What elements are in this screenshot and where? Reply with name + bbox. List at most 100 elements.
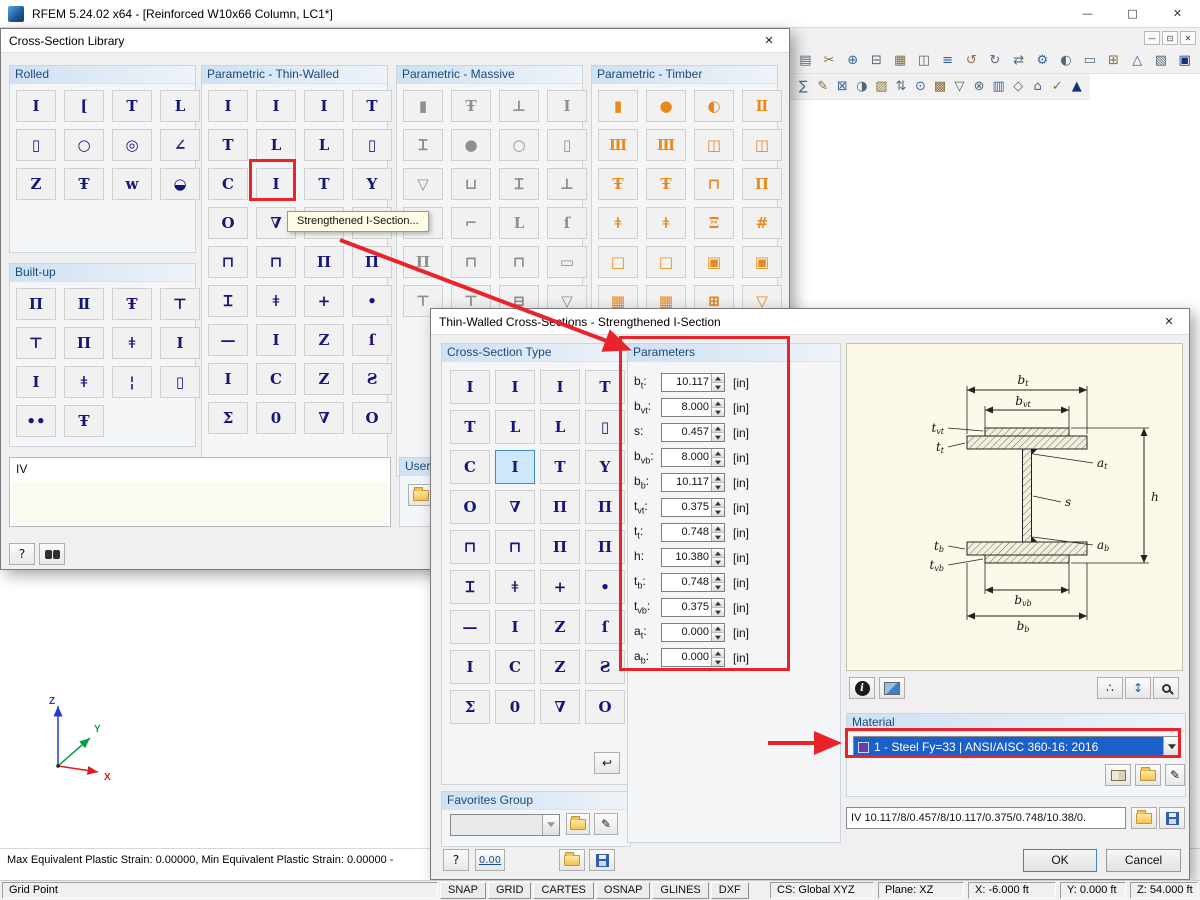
cross-section-icon[interactable]: ▯ (547, 129, 587, 161)
toolbar-icon[interactable]: ▩ (932, 76, 949, 98)
cross-section-icon[interactable]: ¦ (112, 366, 152, 398)
mdi-restore-button[interactable]: ⊡ (1162, 31, 1178, 45)
toolbar-icon[interactable]: ≡ (937, 50, 958, 72)
cross-section-icon[interactable]: Ⅰ (16, 366, 56, 398)
cross-section-icon[interactable]: ǂ (646, 207, 686, 239)
favorites-edit-button[interactable]: ✎ (594, 813, 618, 835)
parameter-input[interactable]: 8.000 (661, 398, 725, 417)
cross-section-type-icon[interactable]: Π (540, 530, 580, 564)
cross-section-icon[interactable]: Ŧ (646, 168, 686, 200)
cross-section-icon[interactable]: ▣ (742, 246, 782, 278)
load-section-button[interactable] (559, 849, 585, 871)
cross-section-icon[interactable]: ⊓ (451, 246, 491, 278)
cross-section-icon[interactable]: 0 (256, 402, 296, 434)
cross-section-icon[interactable]: ⊤ (16, 327, 56, 359)
cross-section-icon[interactable]: Ⅱ (64, 288, 104, 320)
toolbar-icon[interactable]: ∑ (795, 76, 812, 98)
toolbar-icon[interactable]: ⊞ (1103, 50, 1124, 72)
cross-section-icon[interactable]: ſ (547, 207, 587, 239)
parameter-input[interactable]: 0.748 (661, 523, 725, 542)
spinner-down-icon[interactable] (712, 657, 724, 666)
parameter-value[interactable]: 10.117 (662, 374, 711, 391)
cross-section-icon[interactable]: Ξ (694, 207, 734, 239)
cross-section-icon[interactable]: ◫ (694, 129, 734, 161)
cross-section-icon[interactable]: L (160, 90, 200, 122)
parameter-value[interactable]: 8.000 (662, 449, 711, 466)
cross-section-type-icon[interactable]: Σ (450, 690, 490, 724)
parameter-input[interactable]: 0.000 (661, 648, 725, 667)
spinner-up-icon[interactable] (712, 599, 724, 607)
units-button[interactable]: 0.00 (475, 849, 505, 871)
cross-section-icon[interactable]: Ƨ (352, 363, 392, 395)
cross-section-icon[interactable]: I (256, 168, 296, 200)
cross-section-type-icon[interactable]: — (450, 610, 490, 644)
zoom-section-button[interactable] (1153, 677, 1179, 699)
cross-section-icon[interactable]: ▯ (16, 129, 56, 161)
toolbar-icon[interactable]: ▧ (1151, 50, 1172, 72)
cross-section-icon[interactable]: ⊥ (499, 90, 539, 122)
cross-section-icon[interactable]: C (208, 168, 248, 200)
toolbar-icon[interactable]: ↺ (961, 50, 982, 72)
designation-open-button[interactable] (1131, 807, 1157, 829)
cross-section-type-icon[interactable]: T (540, 450, 580, 484)
ok-button[interactable]: OK (1023, 849, 1097, 872)
parameter-input[interactable]: 0.375 (661, 498, 725, 517)
dialog-help-button[interactable]: ? (443, 849, 469, 871)
spinner-up-icon[interactable] (712, 549, 724, 557)
snap-toggle-button[interactable]: SNAP (440, 882, 486, 899)
cross-section-type-icon[interactable]: ▯ (585, 410, 625, 444)
parameter-input[interactable]: 0.375 (661, 598, 725, 617)
cross-section-icon[interactable]: ⊓ (256, 246, 296, 278)
spinner-up-icon[interactable] (712, 524, 724, 532)
cross-section-icon[interactable]: Ⅲ (646, 129, 686, 161)
spinner-up-icon[interactable] (712, 649, 724, 657)
cross-section-icon[interactable]: ▭ (547, 246, 587, 278)
toolbar-icon[interactable]: ⊕ (842, 50, 863, 72)
cross-section-icon[interactable]: ſ (352, 324, 392, 356)
toolbar-icon[interactable]: ✎ (815, 76, 832, 98)
stress-points-button[interactable]: ∴ (1097, 677, 1123, 699)
cross-section-icon[interactable]: Ɪ (403, 129, 443, 161)
cross-section-type-icon[interactable]: Π (540, 490, 580, 524)
toolbar-icon[interactable]: ⊙ (912, 76, 929, 98)
cross-section-icon[interactable]: ◐ (694, 90, 734, 122)
toolbar-icon[interactable]: △ (1127, 50, 1148, 72)
parameter-value[interactable]: 0.457 (662, 424, 711, 441)
cross-section-icon[interactable]: Ŧ (598, 168, 638, 200)
spinner-down-icon[interactable] (712, 407, 724, 416)
cross-section-icon[interactable]: Ŧ (64, 405, 104, 437)
spinner-up-icon[interactable] (712, 474, 724, 482)
spinner-down-icon[interactable] (712, 482, 724, 491)
designation-save-button[interactable] (1159, 807, 1185, 829)
cross-section-type-icon[interactable]: I (450, 370, 490, 404)
cross-section-icon[interactable]: O (208, 207, 248, 239)
spinner-up-icon[interactable] (712, 374, 724, 382)
cross-section-icon[interactable]: I (208, 90, 248, 122)
cross-section-icon[interactable]: O (352, 402, 392, 434)
cross-section-type-icon[interactable]: T (585, 370, 625, 404)
cross-section-icon[interactable]: ǂ (598, 207, 638, 239)
cross-section-icon[interactable]: ⊓ (694, 168, 734, 200)
cross-section-type-icon[interactable]: Ɪ (450, 570, 490, 604)
parameter-input[interactable]: 10.380 (661, 548, 725, 567)
parameter-value[interactable]: 0.748 (662, 574, 711, 591)
cross-section-icon[interactable]: ◒ (160, 168, 200, 200)
cancel-button[interactable]: Cancel (1106, 849, 1181, 872)
cross-section-icon[interactable]: I (256, 324, 296, 356)
cross-section-icon[interactable]: I (16, 90, 56, 122)
toolbar-icon[interactable]: ⊗ (971, 76, 988, 98)
cross-section-icon[interactable]: ○ (64, 129, 104, 161)
toolbar-icon[interactable]: ⚙ (1032, 50, 1053, 72)
snap-toggle-button[interactable]: CARTES (533, 882, 594, 899)
spinner-down-icon[interactable] (712, 457, 724, 466)
cross-section-icon[interactable]: ǂ (256, 285, 296, 317)
spinner-down-icon[interactable] (712, 382, 724, 391)
cross-section-icon[interactable]: ⊓ (208, 246, 248, 278)
cross-section-icon[interactable]: ▮ (403, 90, 443, 122)
cross-section-icon[interactable]: Π (403, 246, 443, 278)
cross-section-icon[interactable]: ⊓ (499, 246, 539, 278)
cross-section-icon[interactable]: — (208, 324, 248, 356)
cross-section-type-icon[interactable]: I (495, 370, 535, 404)
cross-section-icon[interactable]: Π (64, 327, 104, 359)
cross-section-icon[interactable]: •• (16, 405, 56, 437)
